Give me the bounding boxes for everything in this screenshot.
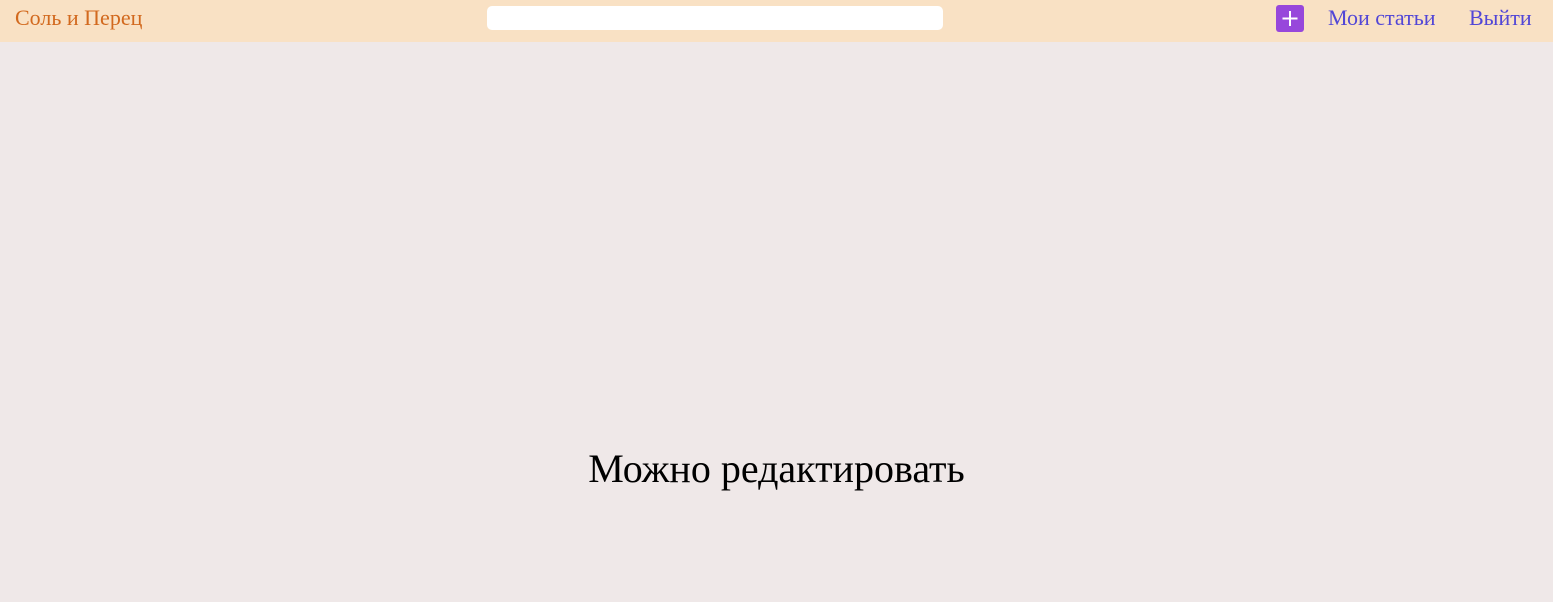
edit-status-message: Можно редактировать — [588, 446, 965, 491]
top-header: Соль и Перец Мои статьи Выйти — [0, 0, 1553, 42]
my-articles-link[interactable]: Мои статьи — [1328, 5, 1436, 31]
add-article-button[interactable] — [1276, 5, 1304, 32]
logout-link[interactable]: Выйти — [1469, 5, 1532, 31]
search-input[interactable] — [487, 6, 943, 30]
plus-icon — [1282, 11, 1298, 26]
site-logo-link[interactable]: Соль и Перец — [15, 5, 142, 31]
